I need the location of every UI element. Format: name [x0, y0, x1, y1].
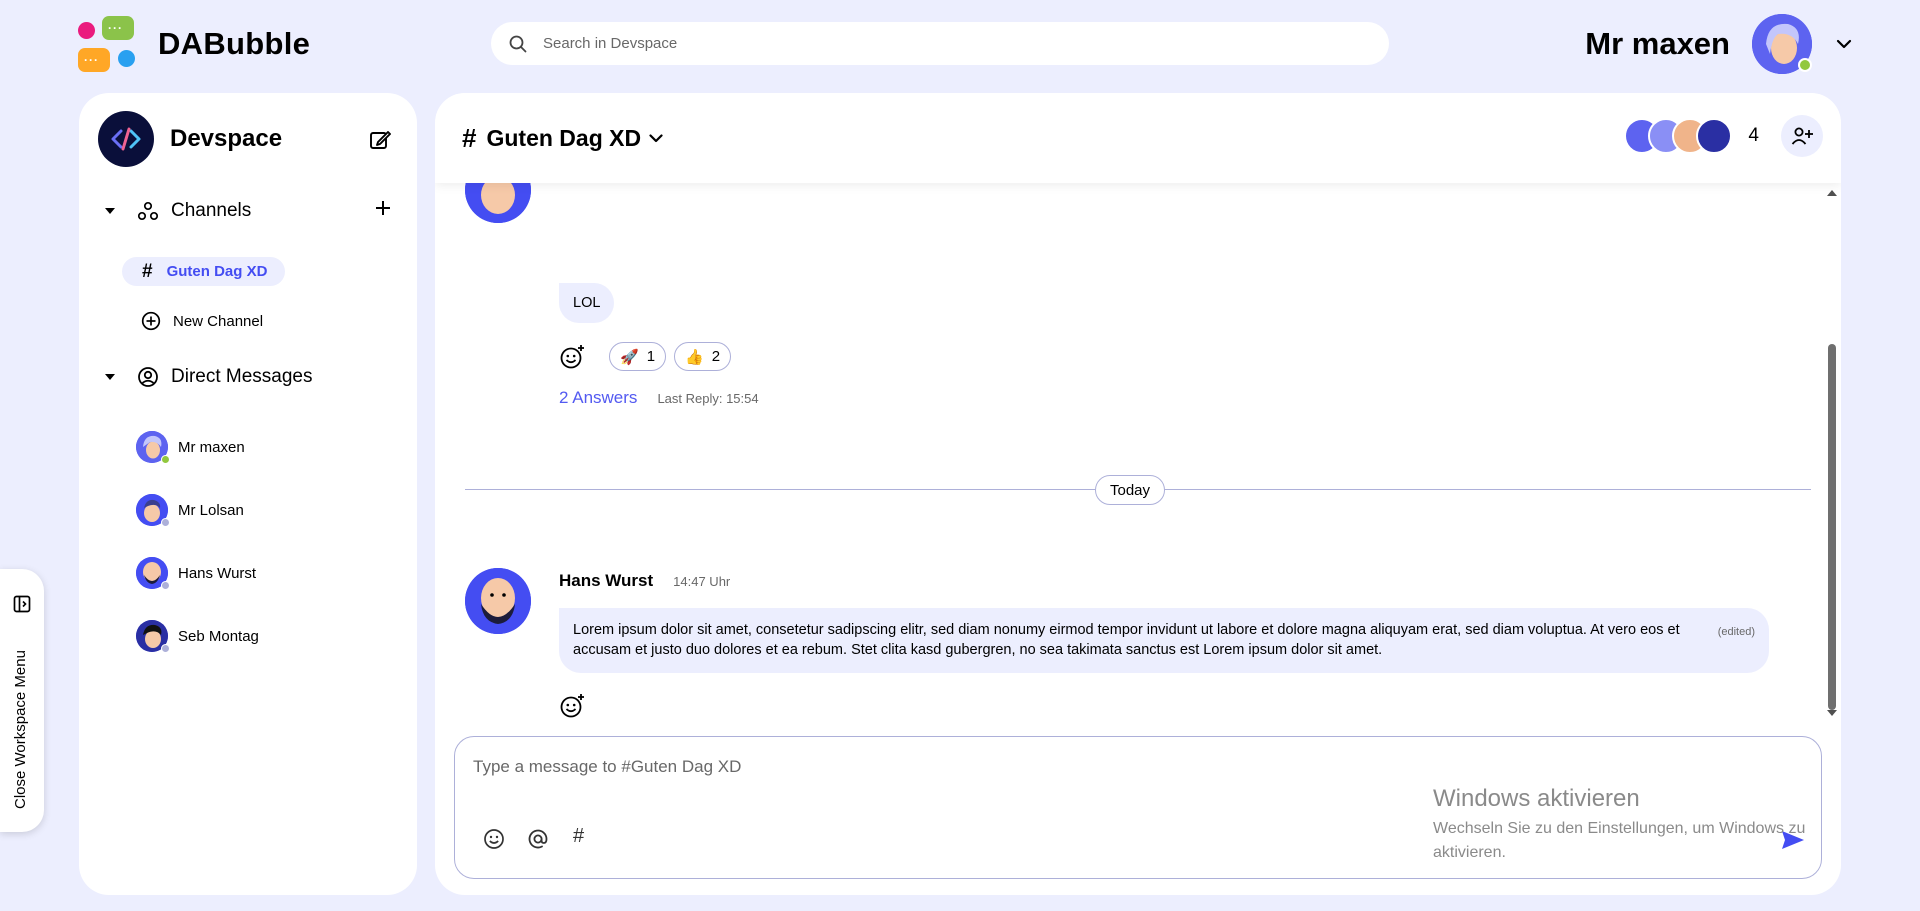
hash-icon: # [462, 122, 477, 153]
sidebar-item-dm[interactable]: Seb Montag [136, 620, 259, 653]
member-count: 4 [1748, 125, 1759, 146]
message-bubble: LOL [559, 283, 615, 323]
chevron-down-icon [649, 133, 663, 142]
message-text: LOL [573, 295, 601, 311]
add-member-button[interactable] [1781, 115, 1823, 157]
app-logo[interactable]: ··· ··· DABubble [78, 14, 310, 74]
online-status-dot [1798, 58, 1812, 72]
message-list: LOL 🚀 1 👍 2 2 Answers Last Reply: 15:54 … [435, 157, 1841, 723]
sidebar-item-dm[interactable]: Hans Wurst [136, 557, 257, 590]
dm-name: Mr Lolsan [178, 501, 244, 519]
date-divider: Today [1095, 475, 1166, 505]
workspace-sidebar: Devspace Channels # Guten Dag XD New Cha… [79, 93, 417, 895]
avatar [136, 494, 170, 527]
avatar [136, 620, 170, 653]
message-header: Hans Wurst 14:47 Uhr [559, 571, 730, 591]
dm-name: Seb Montag [178, 627, 259, 645]
thread-info: 2 Answers Last Reply: 15:54 [559, 388, 759, 408]
reaction-chip[interactable]: 👍 2 [674, 342, 732, 371]
offline-status-dot [161, 518, 170, 527]
scrollbar-thumb[interactable] [1828, 344, 1836, 710]
reaction-bar: 🚀 1 👍 2 [559, 342, 732, 371]
chevron-down-icon[interactable] [1836, 39, 1852, 49]
emoji-icon[interactable] [483, 828, 505, 850]
channel-members[interactable]: 4 [1624, 115, 1823, 157]
watermark-subtitle: Wechseln Sie zu den Einstellungen, um Wi… [1433, 820, 1806, 861]
last-reply-time: Last Reply: 15:54 [657, 391, 759, 406]
workspace-header: Devspace [98, 111, 282, 167]
caret-down-icon [105, 207, 115, 214]
offline-status-dot [161, 644, 170, 653]
sidebar-item-channel[interactable]: # Guten Dag XD [122, 257, 286, 286]
online-status-dot [161, 455, 170, 464]
watermark-title: Windows aktivieren [1433, 785, 1640, 812]
workspace-name: Devspace [170, 125, 283, 152]
avatar[interactable] [1752, 14, 1812, 74]
avatar [136, 431, 170, 464]
channel-label: Guten Dag XD [166, 263, 268, 280]
search-bar[interactable] [491, 22, 1389, 65]
direct-messages-section-toggle[interactable]: Direct Messages [105, 366, 313, 388]
dm-name: Hans Wurst [178, 564, 257, 582]
reaction-count: 2 [711, 348, 721, 365]
offline-status-dot [161, 581, 170, 590]
new-channel-label: New Channel [173, 312, 264, 330]
close-workspace-menu-button[interactable]: Close Workspace Menu [0, 569, 44, 832]
windows-activation-watermark: Windows aktivieren Wechseln Sie zu den E… [1433, 785, 1843, 865]
close-workspace-menu-label: Close Workspace Menu [12, 650, 29, 809]
sidebar-item-dm[interactable]: Mr Lolsan [136, 494, 244, 527]
dm-name: Mr maxen [178, 438, 245, 456]
app-name: DABubble [158, 26, 311, 61]
reaction-count: 1 [646, 348, 656, 365]
message-input[interactable] [473, 757, 1573, 787]
sidebar-collapse-icon [13, 595, 31, 613]
channel-title-button[interactable]: # Guten Dag XD [462, 123, 663, 154]
search-input[interactable] [543, 35, 1303, 52]
dabubble-logo-icon: ··· ··· [78, 14, 140, 74]
message-author[interactable]: Hans Wurst [559, 571, 653, 591]
message-time: 14:47 Uhr [673, 574, 731, 589]
direct-messages-label: Direct Messages [171, 366, 313, 387]
person-add-icon [1791, 127, 1813, 145]
rocket-icon: 🚀 [620, 348, 639, 366]
workspace-logo-icon [98, 111, 154, 167]
thumbs-up-icon: 👍 [685, 348, 704, 366]
channels-icon [137, 201, 159, 221]
member-avatar [1696, 118, 1733, 154]
channel-header: # Guten Dag XD 4 [435, 93, 1841, 183]
edit-icon[interactable] [369, 129, 391, 151]
message-bubble: Lorem ipsum dolor sit amet, consetetur s… [559, 608, 1769, 673]
user-menu[interactable]: Mr maxen [1585, 14, 1852, 74]
channel-title: Guten Dag XD [486, 124, 642, 151]
chat-panel: # Guten Dag XD 4 LOL 🚀 1 👍 2 2 Answers L… [435, 93, 1841, 895]
new-channel-button[interactable]: New Channel [141, 311, 263, 331]
plus-icon[interactable] [375, 200, 391, 216]
add-reaction-icon[interactable] [559, 344, 585, 370]
message-text: Lorem ipsum dolor sit amet, consetetur s… [573, 622, 1680, 658]
answers-link[interactable]: 2 Answers [559, 388, 637, 408]
current-user-name: Mr maxen [1585, 26, 1730, 61]
hash-icon: # [142, 260, 153, 282]
reaction-chip[interactable]: 🚀 1 [609, 342, 667, 371]
scroll-up-icon[interactable] [1827, 189, 1837, 196]
caret-down-icon [105, 373, 115, 380]
scroll-down-icon[interactable] [1827, 710, 1837, 717]
hash-icon[interactable]: # [573, 825, 584, 848]
avatar [136, 557, 170, 590]
channels-section-toggle[interactable]: Channels [105, 200, 251, 222]
channels-label: Channels [171, 200, 252, 221]
mention-icon[interactable] [527, 828, 549, 850]
add-reaction-icon[interactable] [559, 693, 585, 719]
sidebar-item-dm[interactable]: Mr maxen [136, 431, 245, 464]
search-icon [509, 35, 527, 52]
edited-label: (edited) [1717, 626, 1755, 638]
avatar [465, 568, 531, 634]
add-circle-icon [141, 311, 161, 331]
scrollbar[interactable] [1823, 189, 1841, 719]
account-circle-icon [138, 367, 158, 387]
